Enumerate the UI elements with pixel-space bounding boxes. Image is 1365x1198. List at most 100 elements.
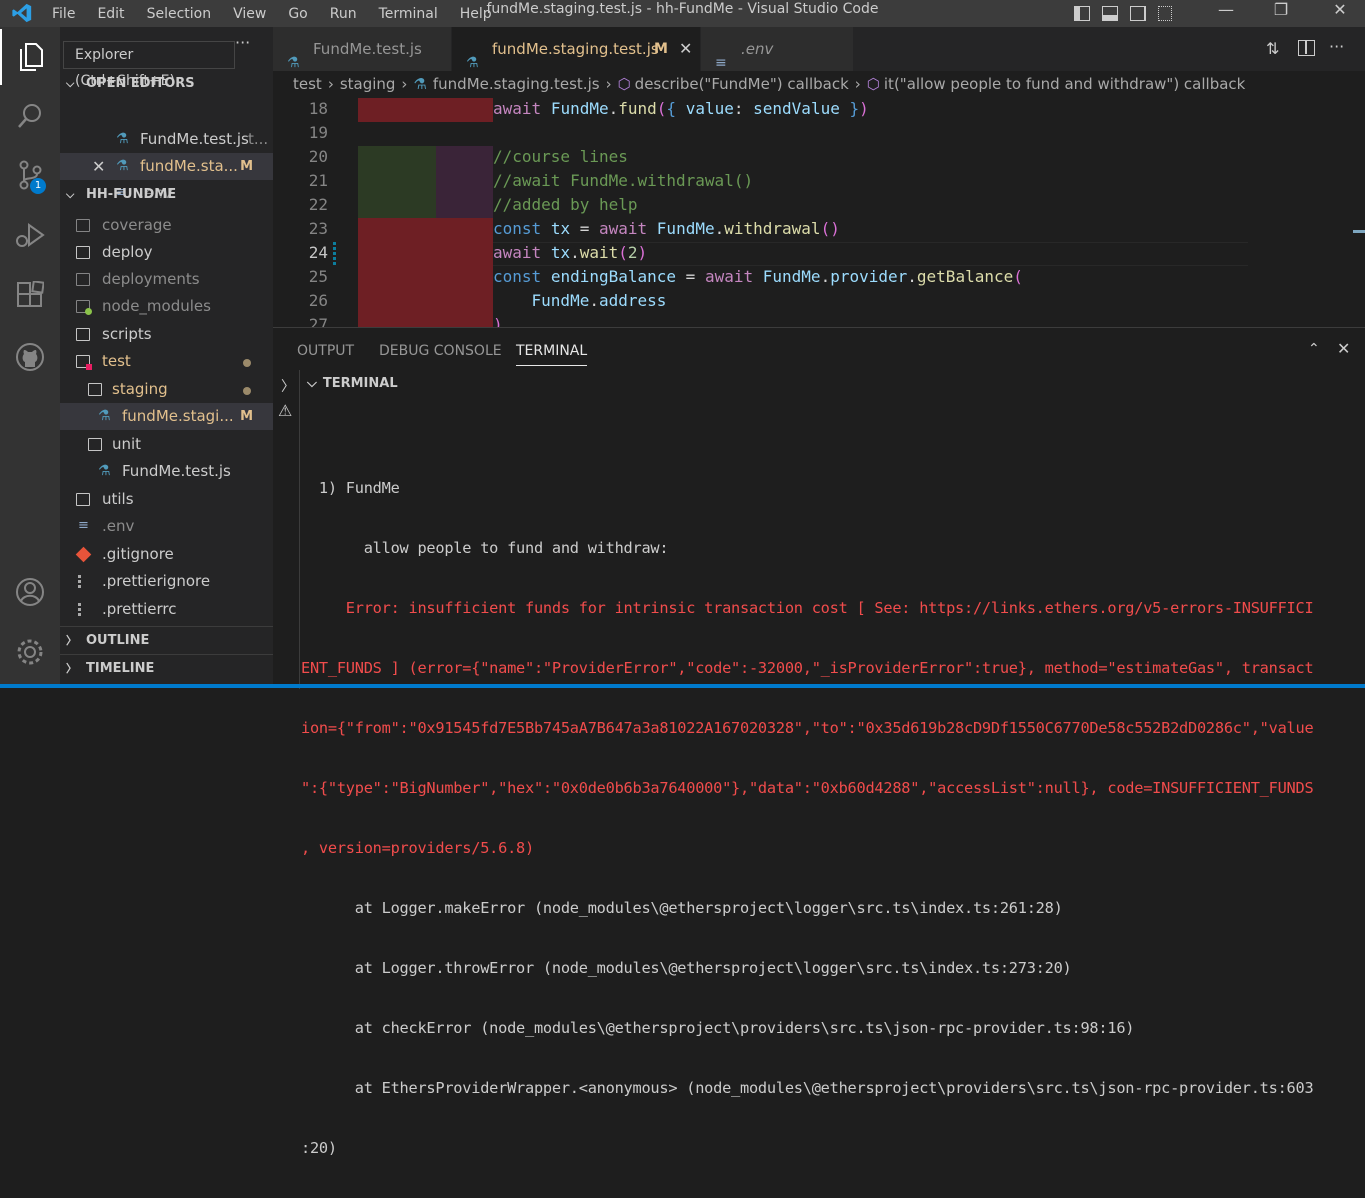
extensions-activity[interactable]	[0, 267, 60, 323]
toggle-secondary-sidebar-icon[interactable]	[1130, 6, 1146, 21]
tree-label: node_modules	[102, 297, 211, 315]
terminal-error-line: ":{"type":"BigNumber","hex":"0x0de0b6b3a…	[301, 779, 1314, 797]
modified-dot	[243, 359, 251, 367]
prettier-icon	[78, 603, 88, 616]
code-line: const tx = await FundMe.withdrawal()	[493, 219, 840, 238]
menu-bar: File Edit Selection View Go Run Terminal…	[52, 0, 514, 27]
tree-item-fundme-test[interactable]: ⚗ FundMe.test.js	[60, 458, 273, 485]
menu-help[interactable]: Help	[460, 6, 492, 22]
menu-selection[interactable]: Selection	[147, 6, 212, 22]
tree-item-gitignore[interactable]: .gitignore	[60, 541, 273, 568]
more-actions-icon[interactable]: ···	[1329, 37, 1344, 56]
explorer-activity[interactable]	[0, 29, 60, 85]
tab-debug-console[interactable]: DEBUG CONSOLE	[379, 343, 502, 359]
restore-button[interactable]: ❐	[1258, 0, 1304, 27]
more-actions-icon[interactable]: ···	[235, 33, 250, 52]
chevron-down-icon: ⌵	[66, 77, 75, 90]
tree-item-scripts[interactable]: scripts	[60, 321, 273, 348]
run-debug-icon	[16, 223, 45, 247]
run-debug-activity[interactable]	[0, 207, 60, 263]
tab-fundme-test[interactable]: ⚗ FundMe.test.js	[273, 27, 451, 71]
project-header[interactable]: ⌵ HH-FUNDME	[60, 184, 273, 206]
customize-layout-icon[interactable]	[1158, 6, 1172, 21]
menu-run[interactable]: Run	[330, 6, 357, 22]
folder-icon	[88, 438, 102, 451]
minimize-button[interactable]: —	[1203, 0, 1249, 27]
close-icon[interactable]: ✕	[92, 153, 105, 180]
search-activity[interactable]	[0, 88, 60, 144]
files-icon	[20, 43, 43, 71]
outline-header[interactable]: 〉 OUTLINE	[60, 630, 273, 652]
tree-item-coverage[interactable]: coverage	[60, 212, 273, 239]
method-icon: ⬡	[617, 75, 631, 93]
breadcrumb-item[interactable]: staging	[340, 75, 396, 93]
close-window-button[interactable]: ✕	[1317, 0, 1363, 27]
tree-item-test[interactable]: test	[60, 348, 273, 375]
breadcrumb-item[interactable]: it("allow people to fund and withdraw") …	[884, 75, 1245, 93]
prettier-icon	[78, 575, 88, 588]
tree-item-unit[interactable]: unit	[60, 431, 273, 458]
section-divider	[60, 654, 273, 655]
timeline-header[interactable]: 〉 TIMELINE	[60, 658, 273, 680]
tree-item-staging[interactable]: staging	[60, 376, 273, 403]
terminal-header[interactable]: ⌵ TERMINAL	[307, 376, 398, 391]
accounts-activity[interactable]	[0, 564, 60, 620]
code-line: await FundMe.fund({ value: sendValue })	[493, 99, 869, 118]
github-activity[interactable]	[0, 329, 60, 385]
modified-badge: M	[654, 41, 668, 57]
breadcrumb-item[interactable]: fundMe.staging.test.js	[433, 75, 600, 93]
close-panel-icon[interactable]: ✕	[1337, 339, 1350, 358]
tree-item-prettierrc[interactable]: .prettierrc	[60, 596, 273, 623]
tree-label: .prettierignore	[102, 572, 211, 590]
tree-item-fundme-staging[interactable]: ⚗ fundMe.stagi... M	[60, 403, 273, 430]
line-number: 18	[308, 99, 328, 118]
manage-activity[interactable]	[0, 624, 60, 680]
tree-item-node-modules[interactable]: node_modules	[60, 293, 273, 320]
tree-label: .env	[102, 517, 135, 535]
folder-icon	[76, 219, 90, 232]
method-icon: ⬡	[866, 75, 880, 93]
code-line: //added by help	[493, 195, 638, 214]
terminal-output[interactable]: 1) FundMe allow people to fund and withd…	[301, 438, 1365, 1198]
terminal-error-line: Error: insufficient funds for intrinsic …	[301, 599, 1314, 617]
maximize-panel-icon[interactable]: ⌃	[1308, 341, 1320, 357]
explorer-sidebar: ··· ⌵OPEN EDITORS ⚗ FundMe.test.js t... …	[60, 27, 273, 688]
line-number: 26	[308, 291, 328, 310]
toggle-sidebar-icon[interactable]	[1074, 6, 1090, 21]
tab-fundme-staging[interactable]: ⚗ fundMe.staging.test.js M ✕	[452, 27, 700, 71]
tab-env[interactable]: ≡ .env	[701, 27, 853, 71]
status-bar	[0, 684, 1365, 688]
toggle-panel-icon[interactable]	[1102, 6, 1118, 21]
warning-icon[interactable]: ⚠	[278, 401, 292, 420]
code-editor[interactable]: 18 19 20 21 22 23 24 25 26 27 await Fund…	[273, 98, 1365, 327]
modified-dot	[243, 387, 251, 395]
close-tab-icon[interactable]: ✕	[679, 27, 692, 71]
breadcrumb-item[interactable]: describe("FundMe") callback	[635, 75, 849, 93]
tree-item-deploy[interactable]: deploy	[60, 239, 273, 266]
breadcrumb-item[interactable]: test	[293, 75, 322, 93]
tab-output[interactable]: OUTPUT	[297, 343, 354, 359]
tree-item-env[interactable]: ≡ .env	[60, 513, 273, 540]
tree-item-utils[interactable]: utils	[60, 486, 273, 513]
tree-item-deployments[interactable]: deployments	[60, 266, 273, 293]
test-file-icon: ⚗	[98, 463, 111, 479]
tree-item-prettierignore[interactable]: .prettierignore	[60, 568, 273, 595]
menu-terminal[interactable]: Terminal	[379, 6, 438, 22]
chevron-right-icon[interactable]: 〉	[281, 376, 295, 396]
timeline-title: TIMELINE	[86, 661, 155, 676]
source-control-activity[interactable]: 1	[0, 147, 60, 203]
gear-icon	[17, 639, 43, 665]
open-editor-item[interactable]: ⚗ FundMe.test.js t...	[60, 126, 273, 153]
search-icon	[18, 104, 41, 128]
menu-view[interactable]: View	[233, 6, 266, 22]
open-editor-item-active[interactable]: ✕ ⚗ fundMe.sta... M	[60, 153, 273, 180]
indent-guide	[358, 146, 398, 218]
split-editor-icon[interactable]	[1298, 40, 1315, 56]
menu-edit[interactable]: Edit	[97, 6, 124, 22]
tab-terminal[interactable]: TERMINAL	[516, 343, 588, 366]
menu-go[interactable]: Go	[288, 6, 307, 22]
compare-changes-icon[interactable]: ⇅	[1266, 39, 1284, 58]
menu-file[interactable]: File	[52, 6, 75, 22]
line-number: 19	[308, 123, 328, 142]
chevron-right-icon: ›	[854, 75, 861, 93]
